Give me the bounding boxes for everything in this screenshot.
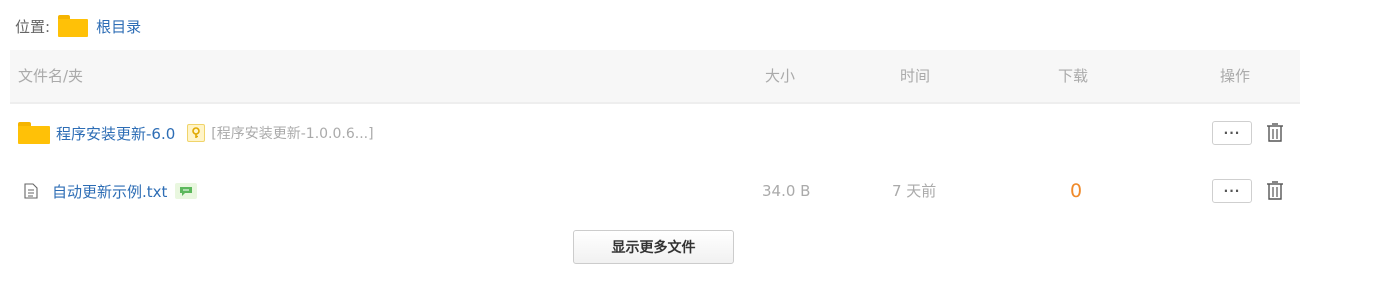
show-more-files-button[interactable]: 显示更多文件 bbox=[573, 230, 734, 264]
header-size: 大小 bbox=[765, 67, 796, 85]
folder-icon bbox=[58, 15, 89, 37]
text-file-icon bbox=[24, 183, 38, 199]
header-downloads: 下载 bbox=[1058, 67, 1089, 85]
file-link[interactable]: 自动更新示例.txt bbox=[52, 181, 167, 202]
breadcrumb-root-link[interactable]: 根目录 bbox=[96, 16, 141, 37]
row-name-cell: 自动更新示例.txt bbox=[18, 162, 198, 220]
file-size: 34.0 B bbox=[762, 182, 811, 200]
key-icon bbox=[187, 124, 206, 142]
row-actions: ··· bbox=[1212, 104, 1284, 162]
breadcrumb: 位置: 根目录 bbox=[15, 12, 141, 40]
folder-link[interactable]: 程序安装更新-6.0 bbox=[56, 123, 175, 144]
row-name-cell: 程序安装更新-6.0 [程序安装更新-1.0.0.6...] bbox=[18, 104, 374, 162]
folder-icon bbox=[18, 122, 50, 144]
table-row: 自动更新示例.txt 34.0 B 7 天前 0 ··· bbox=[10, 162, 1300, 220]
header-actions: 操作 bbox=[1220, 67, 1251, 85]
comment-icon[interactable] bbox=[175, 183, 198, 199]
trash-icon[interactable] bbox=[1266, 123, 1284, 143]
table-row: 程序安装更新-6.0 [程序安装更新-1.0.0.6...] ··· bbox=[10, 104, 1300, 162]
file-time: 7 天前 bbox=[892, 182, 937, 200]
more-button[interactable]: ··· bbox=[1212, 179, 1252, 203]
header-time: 时间 bbox=[900, 67, 931, 85]
row-actions: ··· bbox=[1212, 162, 1284, 220]
breadcrumb-label: 位置: bbox=[15, 17, 51, 36]
trash-icon[interactable] bbox=[1266, 181, 1284, 201]
header-name: 文件名/夹 bbox=[18, 67, 84, 85]
file-table: 文件名/夹 大小 时间 下载 操作 程序安装更新-6.0 [程序安装更新-1.0… bbox=[10, 50, 1300, 220]
download-count: 0 bbox=[1070, 180, 1083, 202]
more-button[interactable]: ··· bbox=[1212, 121, 1252, 145]
table-header: 文件名/夹 大小 时间 下载 操作 bbox=[10, 50, 1300, 104]
folder-note: [程序安装更新-1.0.0.6...] bbox=[211, 126, 374, 142]
